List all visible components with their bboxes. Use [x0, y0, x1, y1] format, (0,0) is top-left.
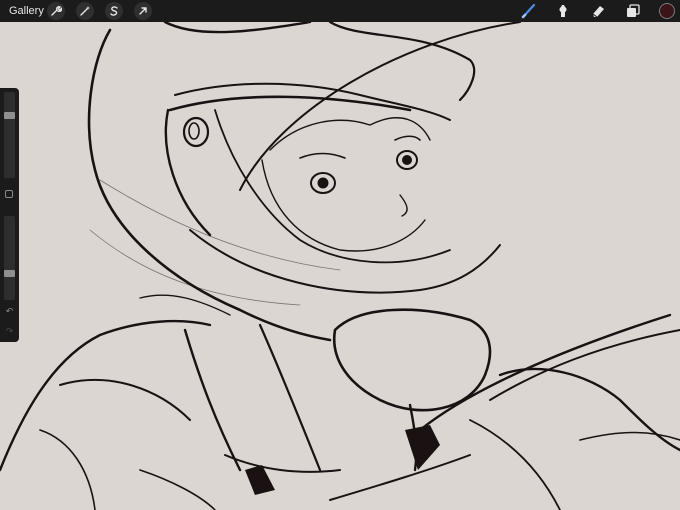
visor-button: [182, 116, 210, 148]
collar-right: [258, 323, 322, 472]
visor-left: [164, 108, 212, 237]
handlebar-2: [489, 329, 680, 401]
top-toolbar: Gallery: [0, 0, 680, 22]
brush-button[interactable]: [520, 2, 538, 20]
actions-button[interactable]: [47, 2, 65, 20]
brush-sidebar: ↶ ↷: [0, 88, 19, 342]
glove-seam: [579, 431, 680, 441]
visor-strap: [214, 109, 451, 264]
smudge-icon: [559, 5, 567, 17]
shoulder-left: [0, 319, 212, 472]
wrench-icon: [51, 6, 62, 16]
glove-fold: [469, 419, 561, 510]
transform-arrow-icon: [139, 7, 147, 15]
brush-size-thumb[interactable]: [4, 112, 15, 119]
adjustments-button[interactable]: [76, 2, 94, 20]
color-picker-button[interactable]: [659, 3, 675, 19]
layers-button[interactable]: [624, 2, 642, 20]
pupil-left: [317, 177, 329, 189]
brush-opacity-thumb[interactable]: [4, 270, 15, 277]
selection-icon: [110, 6, 118, 16]
helmet-chin: [189, 229, 501, 294]
guide-line-2: [89, 229, 301, 306]
helmet-outline: [87, 28, 332, 342]
pupil-right: [402, 155, 412, 165]
bike-body: [329, 454, 471, 501]
mirror-head: [332, 308, 492, 412]
brush-size-slider[interactable]: [4, 92, 15, 178]
collar-left: [183, 328, 242, 472]
jacket-fold-2: [39, 429, 96, 510]
collar-inner: [224, 454, 341, 473]
redo-icon[interactable]: ↷: [4, 326, 15, 337]
magic-wand-icon: [80, 6, 90, 16]
transform-button[interactable]: [134, 2, 152, 20]
nose: [399, 194, 408, 217]
eraser-icon: [592, 6, 604, 18]
eyebrow-left: [299, 152, 346, 159]
visor-button-inner: [188, 122, 200, 140]
face-cheek: [261, 159, 426, 252]
drawing-canvas[interactable]: [0, 0, 680, 510]
selection-button[interactable]: [105, 2, 123, 20]
layers-icon: [627, 4, 640, 17]
jacket-fold-1: [59, 378, 191, 421]
brush-opacity-slider[interactable]: [4, 216, 15, 300]
jacket-seam: [139, 469, 216, 510]
guide-line: [99, 179, 341, 271]
modify-button[interactable]: [5, 190, 13, 198]
eraser-button[interactable]: [589, 2, 607, 20]
brush-icon: [521, 3, 536, 19]
helmet-top-curve: [163, 20, 312, 34]
collar-shadow: [405, 425, 440, 470]
undo-icon[interactable]: ↶: [4, 306, 15, 317]
eyebrow-right: [394, 135, 421, 141]
helmet-crown: [328, 20, 476, 102]
gallery-button[interactable]: Gallery: [9, 3, 44, 19]
smudge-button[interactable]: [554, 2, 572, 20]
